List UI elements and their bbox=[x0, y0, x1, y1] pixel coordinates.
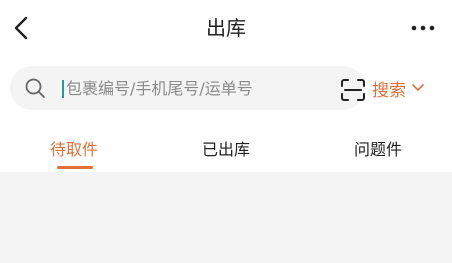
tab-problem-items[interactable]: 问题件 bbox=[354, 136, 402, 160]
search-button-label: 搜索 bbox=[372, 80, 406, 101]
text-cursor bbox=[62, 80, 64, 98]
search-row: 搜索 bbox=[0, 62, 452, 114]
tab-checked-out[interactable]: 已出库 bbox=[202, 136, 250, 160]
top-bar: 出库 bbox=[0, 0, 452, 58]
more-dots-icon bbox=[411, 25, 435, 31]
more-button[interactable] bbox=[408, 16, 438, 40]
search-input[interactable] bbox=[66, 76, 316, 100]
scan-icon[interactable] bbox=[340, 78, 366, 102]
tab-bar: 待取件 已出库 问题件 bbox=[0, 128, 452, 172]
chevron-down-icon bbox=[412, 84, 424, 91]
tab-pending-pickup[interactable]: 待取件 bbox=[50, 136, 98, 160]
search-box[interactable] bbox=[10, 66, 365, 110]
search-button[interactable]: 搜索 bbox=[372, 76, 424, 101]
active-tab-indicator bbox=[57, 166, 93, 169]
content-area bbox=[0, 172, 452, 263]
page-title: 出库 bbox=[206, 16, 246, 40]
search-icon bbox=[25, 78, 45, 98]
